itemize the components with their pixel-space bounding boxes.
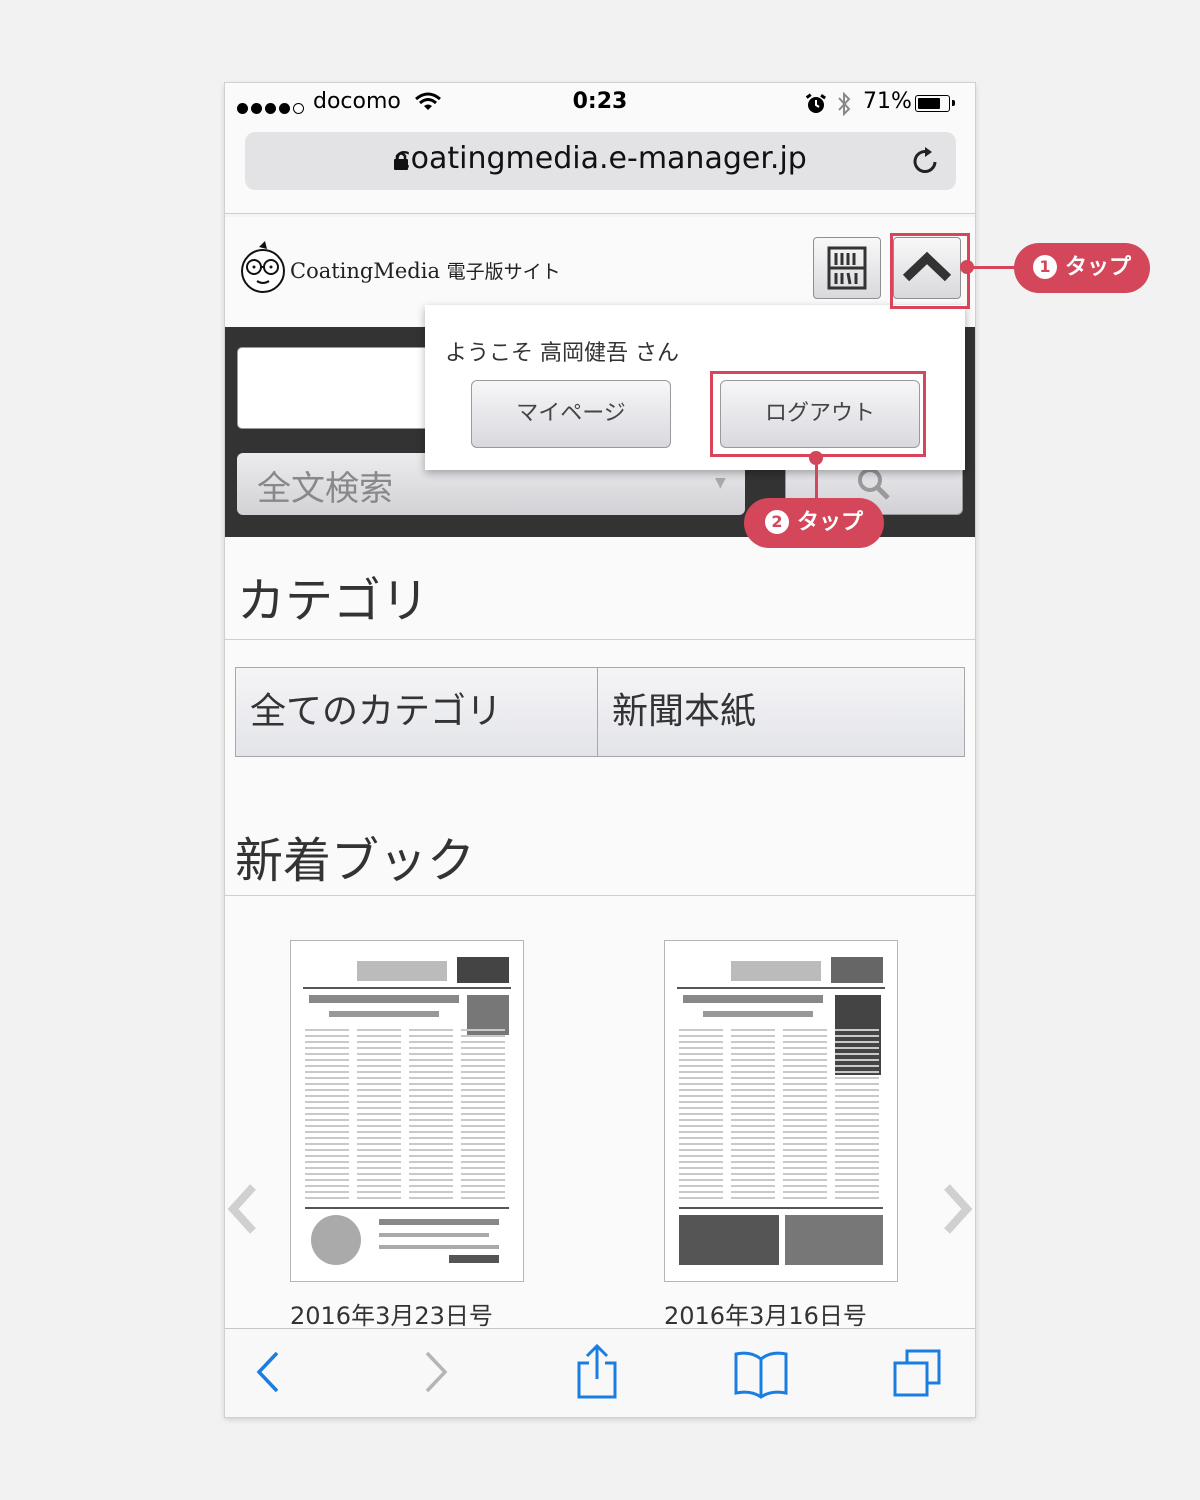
address-bar[interactable]: coatingmedia.e-manager.jp bbox=[245, 132, 956, 190]
category-grid: 全てのカテゴリ 新聞本紙 bbox=[235, 667, 965, 757]
highlight-step2 bbox=[710, 371, 926, 457]
url-text[interactable]: coatingmedia.e-manager.jp bbox=[245, 141, 956, 176]
bookmarks-icon bbox=[734, 1351, 788, 1399]
reload-icon[interactable] bbox=[911, 144, 941, 180]
new-books-heading: 新着ブック bbox=[235, 833, 476, 889]
newspaper-thumbnail bbox=[299, 949, 515, 1273]
annotation-step1: 1 タップ bbox=[1014, 243, 1150, 293]
book-caption: 2016年3月23日号 bbox=[290, 1302, 493, 1330]
site-logo[interactable]: CoatingMedia 電子版サイト bbox=[290, 257, 561, 284]
category-heading: カテゴリ bbox=[237, 573, 430, 629]
carousel-prev-button[interactable] bbox=[225, 1183, 259, 1239]
forward-icon bbox=[425, 1351, 448, 1393]
step-label: タップ bbox=[1064, 255, 1131, 280]
back-icon bbox=[256, 1351, 279, 1393]
phone-screen: docomo 0:23 71% coatingmedia.e-manager.j… bbox=[225, 83, 975, 1417]
book-cover[interactable] bbox=[664, 940, 898, 1282]
book-cover[interactable] bbox=[290, 940, 524, 1282]
battery-icon bbox=[915, 95, 955, 112]
divider bbox=[225, 895, 975, 896]
chevron-right-icon bbox=[944, 1184, 973, 1234]
search-mode-value: 全文検索 bbox=[257, 469, 393, 509]
step-label: タップ bbox=[796, 510, 863, 535]
welcome-message: ようこそ 高岡健吾 さん bbox=[445, 341, 679, 366]
chevron-left-icon bbox=[227, 1184, 256, 1234]
step-number: 1 bbox=[1032, 255, 1057, 279]
connector-step1 bbox=[968, 266, 1016, 269]
share-icon bbox=[577, 1343, 617, 1399]
newspaper-thumbnail bbox=[673, 949, 889, 1273]
connector-dot bbox=[960, 260, 974, 274]
browser-toolbar bbox=[225, 1328, 975, 1417]
chevron-down-icon: ▼ bbox=[715, 475, 726, 491]
bookmarks-button[interactable] bbox=[733, 1349, 789, 1403]
alarm-icon bbox=[805, 93, 827, 121]
bookshelf-icon bbox=[827, 246, 867, 290]
share-button[interactable] bbox=[575, 1343, 619, 1403]
highlight-step1 bbox=[890, 233, 970, 309]
forward-button[interactable] bbox=[421, 1347, 451, 1401]
back-button[interactable] bbox=[253, 1347, 283, 1401]
annotation-step2: 2 タップ bbox=[744, 498, 884, 548]
battery-percent: 71% bbox=[863, 89, 912, 114]
divider bbox=[225, 639, 975, 640]
bookshelf-button[interactable] bbox=[813, 237, 881, 299]
status-bar: docomo 0:23 71% bbox=[225, 83, 975, 123]
mypage-button[interactable]: マイページ bbox=[471, 380, 671, 448]
logo-face-icon bbox=[237, 239, 289, 299]
tabs-button[interactable] bbox=[891, 1347, 943, 1403]
connector-dot bbox=[809, 451, 823, 465]
carousel-next-button[interactable] bbox=[941, 1183, 975, 1239]
category-newspaper[interactable]: 新聞本紙 bbox=[598, 668, 964, 756]
search-icon bbox=[858, 468, 890, 500]
tabs-icon bbox=[893, 1349, 941, 1397]
search-input[interactable] bbox=[237, 347, 437, 429]
category-all[interactable]: 全てのカテゴリ bbox=[236, 668, 598, 756]
logo-subtitle: 電子版サイト bbox=[446, 261, 561, 283]
step-number: 2 bbox=[764, 510, 789, 534]
logo-name: CoatingMedia bbox=[290, 259, 440, 283]
bluetooth-icon bbox=[836, 91, 852, 123]
book-caption: 2016年3月16日号 bbox=[664, 1302, 867, 1330]
